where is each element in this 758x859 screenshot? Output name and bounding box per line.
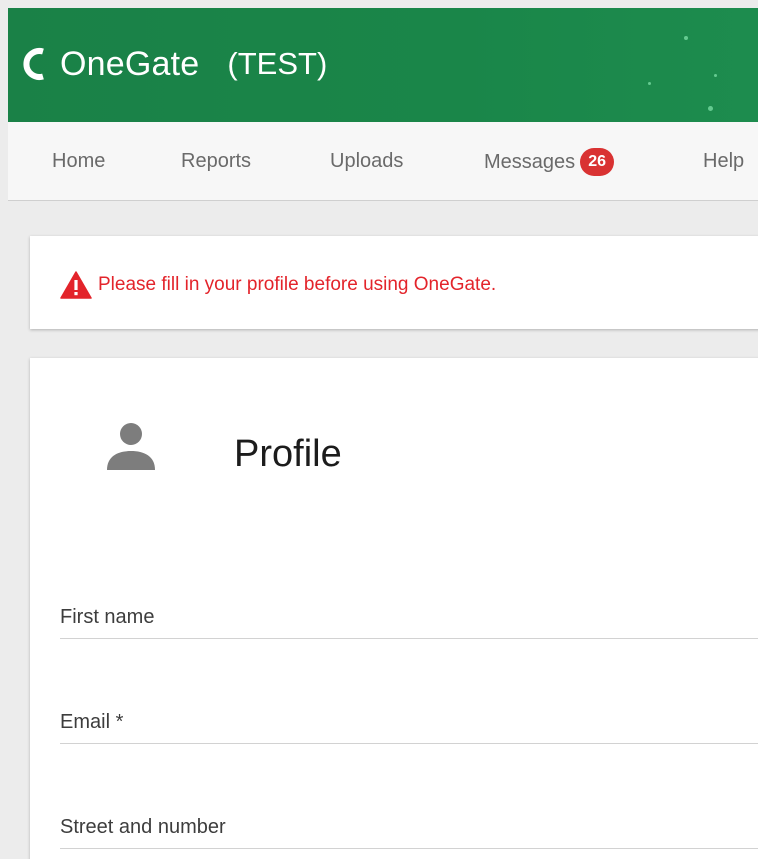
nav-item-label: Messages (484, 151, 576, 173)
header-decoration-dot (684, 36, 688, 40)
nav-item-uploads[interactable]: Uploads (330, 148, 403, 174)
first-name-field[interactable]: First name (60, 598, 758, 639)
app-header: OneGate (TEST) (8, 8, 758, 122)
street-and-number-field[interactable]: Street and number (60, 808, 758, 849)
onegate-logo-icon (23, 48, 44, 80)
first-name-label: First name (60, 606, 155, 628)
email-field[interactable]: Email * (60, 703, 758, 744)
nav-item-label: Home (52, 150, 106, 172)
nav-item-home[interactable]: Home (52, 148, 105, 174)
environment-label: (TEST) (227, 46, 328, 81)
profile-alert: Please fill in your profile before using… (30, 236, 758, 329)
nav-item-reports[interactable]: Reports (181, 148, 251, 174)
nav-item-label: Help (703, 150, 745, 172)
alert-message: Please fill in your profile before using… (98, 274, 497, 295)
alert-content: Please fill in your profile before using… (60, 271, 496, 299)
header-decoration-dot (648, 82, 651, 85)
messages-count-badge: 26 (580, 148, 615, 176)
page-title: Profile (234, 433, 342, 475)
nav-item-label: Reports (181, 150, 252, 172)
nav-item-label: Uploads (330, 150, 404, 172)
street-and-number-label: Street and number (60, 816, 226, 838)
main-nav: Home Reports Uploads Messages 26 Help (8, 122, 758, 201)
header-decoration-dot (708, 106, 713, 111)
person-icon (107, 423, 155, 470)
page: OneGate (TEST) Home Reports Uploads Mess… (0, 0, 758, 859)
nav-item-messages[interactable]: Messages 26 (484, 148, 615, 176)
nav-item-help[interactable]: Help (703, 148, 744, 174)
header-decoration-dot (714, 74, 717, 77)
app-logo[interactable]: OneGate (TEST) (20, 40, 327, 88)
warning-icon (60, 271, 92, 299)
profile-card: Profile First name Email * Street and nu… (30, 358, 758, 859)
email-label: Email * (60, 711, 124, 733)
app-name: OneGate (60, 45, 200, 83)
